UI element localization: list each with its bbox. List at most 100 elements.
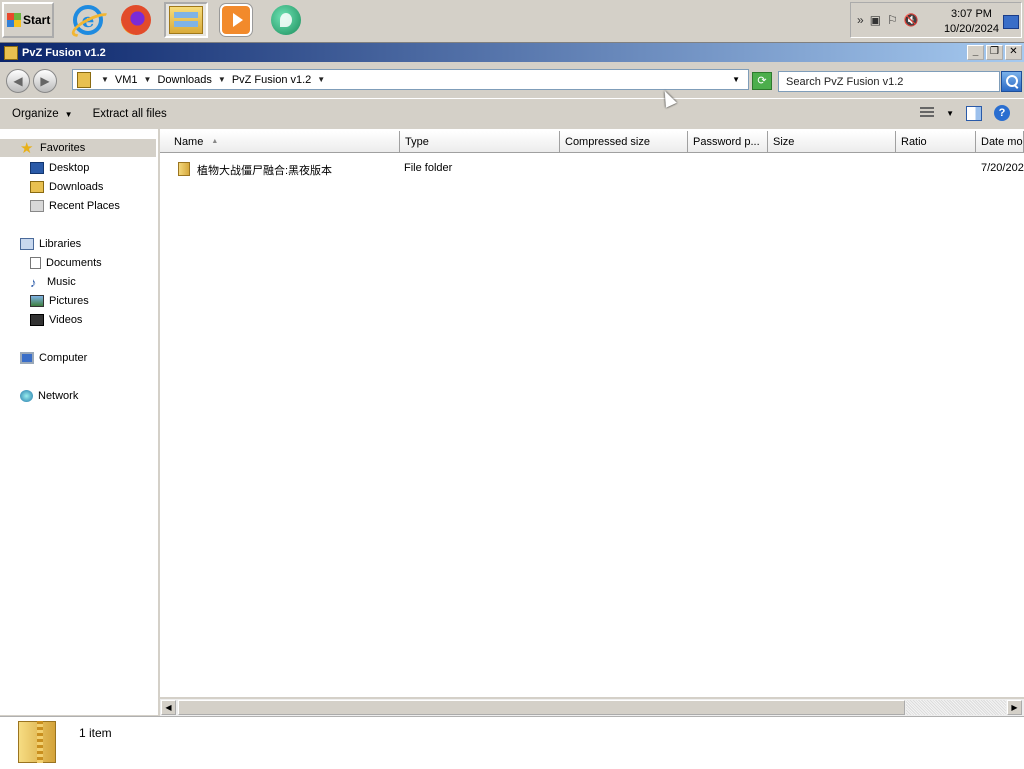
scrollbar-track[interactable]	[906, 700, 1006, 715]
breadcrumb-arrow-icon[interactable]: ▼	[101, 75, 109, 84]
nav-pictures-label: Pictures	[49, 295, 89, 307]
scroll-right-button[interactable]: ▶	[1007, 700, 1022, 715]
views-dropdown-icon[interactable]: ▼	[946, 109, 954, 118]
network-tray-icon[interactable]: ▣	[870, 13, 881, 27]
forward-button[interactable]: ▶	[33, 69, 57, 93]
address-dropdown-icon[interactable]: ▼	[732, 75, 740, 84]
file-name: 植物大战僵尸融合:黑夜版本	[197, 165, 333, 177]
scrollbar-thumb[interactable]	[178, 700, 905, 715]
taskbar-app-media-player[interactable]	[214, 2, 258, 38]
system-tray: » ▣ ⚐ 🔇 3:07 PM 10/20/2024	[850, 2, 1022, 38]
internet-explorer-icon: e	[73, 5, 103, 35]
back-button[interactable]: ◀	[6, 69, 30, 93]
nav-documents[interactable]: Documents	[30, 254, 102, 272]
nav-pictures[interactable]: Pictures	[30, 292, 89, 310]
documents-icon	[30, 257, 41, 269]
back-arrow-icon: ◀	[13, 74, 23, 88]
nav-downloads[interactable]: Downloads	[30, 178, 103, 196]
folder-icon	[178, 162, 190, 176]
taskbar: Start e » ▣ ⚐ 🔇 3:07 PM 10/20/2024	[0, 0, 1024, 43]
address-row: ◀ ▶ ▼ VM1 ▼ Downloads ▼ PvZ Fusion v1.2 …	[0, 63, 1024, 97]
show-desktop-button[interactable]	[1003, 15, 1019, 29]
help-icon[interactable]: ?	[994, 105, 1010, 121]
search-input[interactable]: Search PvZ Fusion v1.2	[778, 71, 1000, 92]
taskbar-app-internet-explorer[interactable]: e	[66, 2, 110, 38]
column-header-name[interactable]: Name ▲	[160, 131, 400, 153]
libraries-icon	[20, 238, 34, 250]
nav-libraries[interactable]: Libraries	[20, 235, 81, 253]
preview-pane-icon[interactable]	[966, 105, 982, 121]
column-header-compressed-size[interactable]: Compressed size	[560, 131, 688, 153]
column-header-type[interactable]: Type	[400, 131, 560, 153]
navigation-pane: ★ Favorites Desktop Downloads Recent Pla…	[0, 129, 160, 715]
breadcrumb-arrow-icon[interactable]: ▼	[317, 75, 325, 84]
file-row[interactable]: 植物大战僵尸融合:黑夜版本 File folder 7/20/202	[160, 159, 1024, 179]
scroll-left-button[interactable]: ◀	[161, 700, 176, 715]
sort-ascending-icon: ▲	[211, 138, 219, 145]
organize-button[interactable]: Organize ▼	[12, 108, 73, 120]
start-label: Start	[23, 13, 51, 27]
refresh-icon: ⟳	[757, 75, 767, 87]
breadcrumb-vm1[interactable]: VM1	[115, 74, 138, 86]
column-headers: Name ▲ Type Compressed size Password p..…	[160, 131, 1024, 153]
column-header-password-protected[interactable]: Password p...	[688, 131, 768, 153]
command-bar: Organize ▼ Extract all files ▼ ?	[0, 98, 1024, 129]
flag-tray-icon[interactable]: ⚐	[887, 13, 898, 27]
clock-time: 3:07 PM	[950, 8, 992, 20]
address-bar[interactable]: ▼ VM1 ▼ Downloads ▼ PvZ Fusion v1.2 ▼ ▼	[72, 69, 749, 90]
green-app-icon	[271, 5, 301, 35]
search-button[interactable]	[1001, 71, 1022, 92]
breadcrumb-arrow-icon[interactable]: ▼	[218, 75, 226, 84]
windows-explorer-icon	[169, 6, 203, 34]
computer-icon	[20, 352, 34, 364]
nav-music[interactable]: ♪ Music	[30, 273, 76, 291]
forward-arrow-icon: ▶	[40, 74, 50, 88]
refresh-button[interactable]: ⟳	[752, 72, 772, 90]
network-icon	[20, 390, 33, 402]
window-titlebar[interactable]: PvZ Fusion v1.2 _ ❐ ✕	[0, 43, 1024, 62]
file-type: File folder	[404, 162, 453, 174]
nav-recent-places[interactable]: Recent Places	[30, 197, 120, 215]
nav-videos-label: Videos	[49, 314, 83, 326]
chevron-down-icon: ▼	[64, 109, 73, 119]
views-icon[interactable]	[920, 107, 935, 119]
column-header-date-modified[interactable]: Date mod	[976, 131, 1024, 153]
minimize-button[interactable]: _	[967, 45, 984, 60]
pictures-icon	[30, 295, 44, 307]
star-icon: ★	[20, 140, 34, 157]
extract-all-button[interactable]: Extract all files	[93, 108, 167, 120]
start-button[interactable]: Start	[2, 2, 54, 38]
maximize-button[interactable]: ❐	[986, 45, 1003, 60]
details-pane: 1 item	[0, 716, 1024, 769]
column-header-size[interactable]: Size	[768, 131, 896, 153]
nav-favorites-label: Favorites	[40, 142, 86, 154]
clock-date: 10/20/2024	[943, 23, 999, 35]
zip-folder-icon	[18, 721, 56, 763]
nav-music-label: Music	[47, 276, 76, 288]
tray-expand-icon[interactable]: »	[857, 13, 864, 27]
firefox-icon	[121, 5, 151, 35]
clock[interactable]: 3:07 PM 10/20/2024	[944, 7, 999, 37]
nav-desktop[interactable]: Desktop	[30, 159, 89, 177]
nav-network[interactable]: Network	[20, 387, 78, 405]
nav-videos[interactable]: Videos	[30, 311, 82, 329]
nav-network-label: Network	[38, 390, 79, 402]
breadcrumb-downloads[interactable]: Downloads	[157, 74, 211, 86]
column-header-ratio[interactable]: Ratio	[896, 131, 976, 153]
volume-muted-icon[interactable]: 🔇	[904, 13, 919, 27]
window-title: PvZ Fusion v1.2	[22, 46, 106, 59]
breadcrumb-pvz-fusion[interactable]: PvZ Fusion v1.2	[232, 74, 311, 86]
close-button[interactable]: ✕	[1005, 45, 1022, 60]
nav-documents-label: Documents	[46, 257, 102, 269]
videos-icon	[30, 314, 44, 326]
nav-libraries-label: Libraries	[39, 238, 82, 250]
taskbar-app-firefox[interactable]	[114, 2, 158, 38]
nav-favorites[interactable]: ★ Favorites	[0, 139, 156, 157]
file-list: Name ▲ Type Compressed size Password p..…	[160, 129, 1024, 697]
taskbar-app-green[interactable]	[264, 2, 308, 38]
horizontal-scrollbar[interactable]: ◀ ▶	[160, 698, 1024, 716]
nav-computer[interactable]: Computer	[20, 349, 87, 367]
breadcrumb-arrow-icon[interactable]: ▼	[144, 75, 152, 84]
taskbar-app-windows-explorer[interactable]	[164, 2, 208, 38]
folder-icon	[4, 45, 18, 60]
